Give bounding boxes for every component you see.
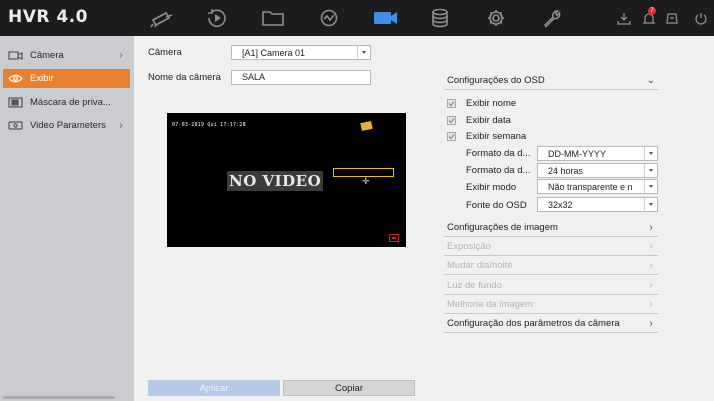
show-name-row: Exibir nome [447,97,516,109]
show-date-row: Exibir data [447,114,511,126]
image-settings-header[interactable]: Configurações de imagem › [444,218,658,237]
chevron-right-icon: › [649,221,653,233]
backlight-title: Luz de fundo [447,279,502,291]
privacy-mask-icon [7,97,23,109]
osd-font-value: 32x32 [548,199,573,210]
sidebar-item-label: Video Parameters [30,120,106,131]
camera-management-icon[interactable] [370,6,400,30]
date-format-value: DD-MM-YYYY [548,148,606,159]
osd-font-label: Fonte do OSD [466,200,527,211]
sidebar-item-camera[interactable]: Câmera › [3,46,130,65]
alarm-count-badge: 7 [648,7,656,15]
chevron-right-icon: › [649,317,653,329]
sidebar-item-label: Exibir [30,73,54,84]
user-account-icon[interactable] [664,11,680,25]
show-date-checkbox[interactable] [447,115,456,125]
camera-name-input[interactable]: SALA [231,70,371,85]
osd-settings-header[interactable]: Configurações do OSD ⌄ [444,71,658,90]
display-mode-select[interactable]: Não transparente e n [537,179,658,194]
camera-select[interactable]: [A1] Camera 01 [231,45,371,60]
copy-button[interactable]: Copiar [283,380,415,396]
time-format-label: Formato da d... [466,165,531,176]
chevron-down-icon: ⌄ [646,74,656,86]
dropdown-arrow-icon [644,147,657,160]
date-format-select[interactable]: DD-MM-YYYY [537,146,658,161]
image-settings-title: Configurações de imagem [447,221,558,233]
folder-icon[interactable] [258,6,288,30]
sidebar-scrollbar[interactable] [3,396,115,399]
chevron-right-icon: › [649,298,653,310]
osd-settings-title: Configurações do OSD [447,74,545,86]
dropdown-arrow-icon [644,198,657,211]
date-format-label: Formato da d... [466,148,531,159]
camera-select-value: [A1] Camera 01 [242,47,306,58]
exposure-title: Exposição [447,240,491,252]
dropdown-arrow-icon [357,46,370,59]
camera-name-osd-tag[interactable] [360,120,373,132]
chevron-right-icon: › [649,240,653,252]
alarm-bell-icon[interactable]: 7 [641,7,657,25]
maintenance-wrench-icon[interactable] [537,6,567,30]
backlight-header: Luz de fundo › [444,276,658,295]
storage-icon[interactable] [425,6,455,30]
sidebar-item-label: Máscara de priva... [30,97,111,108]
record-status-icon [389,234,399,242]
display-mode-value: Não transparente e n [548,181,633,192]
display-mode-label: Exibir modo [466,182,517,193]
exposure-header: Exposição › [444,237,658,256]
sidebar-item-video-parameters[interactable]: Video Parameters › [3,116,130,135]
chevron-right-icon: › [119,120,123,131]
osd-font-select[interactable]: 32x32 [537,197,658,212]
chevron-right-icon: › [649,259,653,271]
time-format-value: 24 horas [548,165,584,176]
camera-name-label: Nome da câmera [148,72,221,83]
apply-button[interactable]: Aplicar [148,380,280,396]
show-name-label: Exibir nome [466,97,517,109]
day-night-header: Mudar dia/noite › [444,256,658,275]
power-icon[interactable] [693,11,709,25]
camera-icon [7,50,23,62]
dropdown-arrow-icon [644,164,657,177]
time-format-select[interactable]: 24 horas [537,163,658,178]
download-icon[interactable] [616,11,632,25]
settings-icon[interactable] [481,6,511,30]
camera-parameters-header[interactable]: Configuração dos parâmetros da câmera › [444,314,658,333]
image-enhancement-title: Melhoria da imagem [447,298,534,310]
search-analysis-icon[interactable] [314,6,344,30]
move-cursor-icon: ✛ [362,176,370,186]
sidebar-item-privacy-mask[interactable]: Máscara de priva... [3,93,130,112]
camera-label: Câmera [148,47,182,58]
day-night-title: Mudar dia/noite [447,259,513,271]
show-date-label: Exibir data [466,114,511,126]
image-enhancement-header: Melhoria da imagem › [444,295,658,314]
chevron-right-icon: › [119,50,123,61]
show-week-checkbox[interactable] [447,131,456,141]
sidebar-item-display[interactable]: Exibir [3,69,130,88]
osd-timestamp[interactable]: 07-03-2019 Qui 17:17:28 [172,122,246,128]
camera-preview[interactable]: 07-03-2019 Qui 17:17:28 NO VIDEO ✛ [167,113,406,247]
app-logo: HVR 4.0 [8,7,89,27]
camera-parameters-title: Configuração dos parâmetros da câmera [447,317,620,329]
dropdown-arrow-icon [644,180,657,193]
show-week-row: Exibir semana [447,130,526,142]
show-week-label: Exibir semana [466,130,527,142]
chevron-right-icon: › [649,279,653,291]
playback-icon[interactable] [202,6,232,30]
live-view-camera-icon[interactable] [147,6,177,30]
top-bar: HVR 4.0 7 [0,0,714,36]
sidebar-item-label: Câmera [30,50,64,61]
video-icon [7,120,23,132]
show-name-checkbox[interactable] [447,98,456,108]
eye-icon [7,73,23,85]
sidebar: Câmera › Exibir Máscara de priva... Vide… [0,36,134,401]
no-video-text: NO VIDEO [227,171,324,191]
